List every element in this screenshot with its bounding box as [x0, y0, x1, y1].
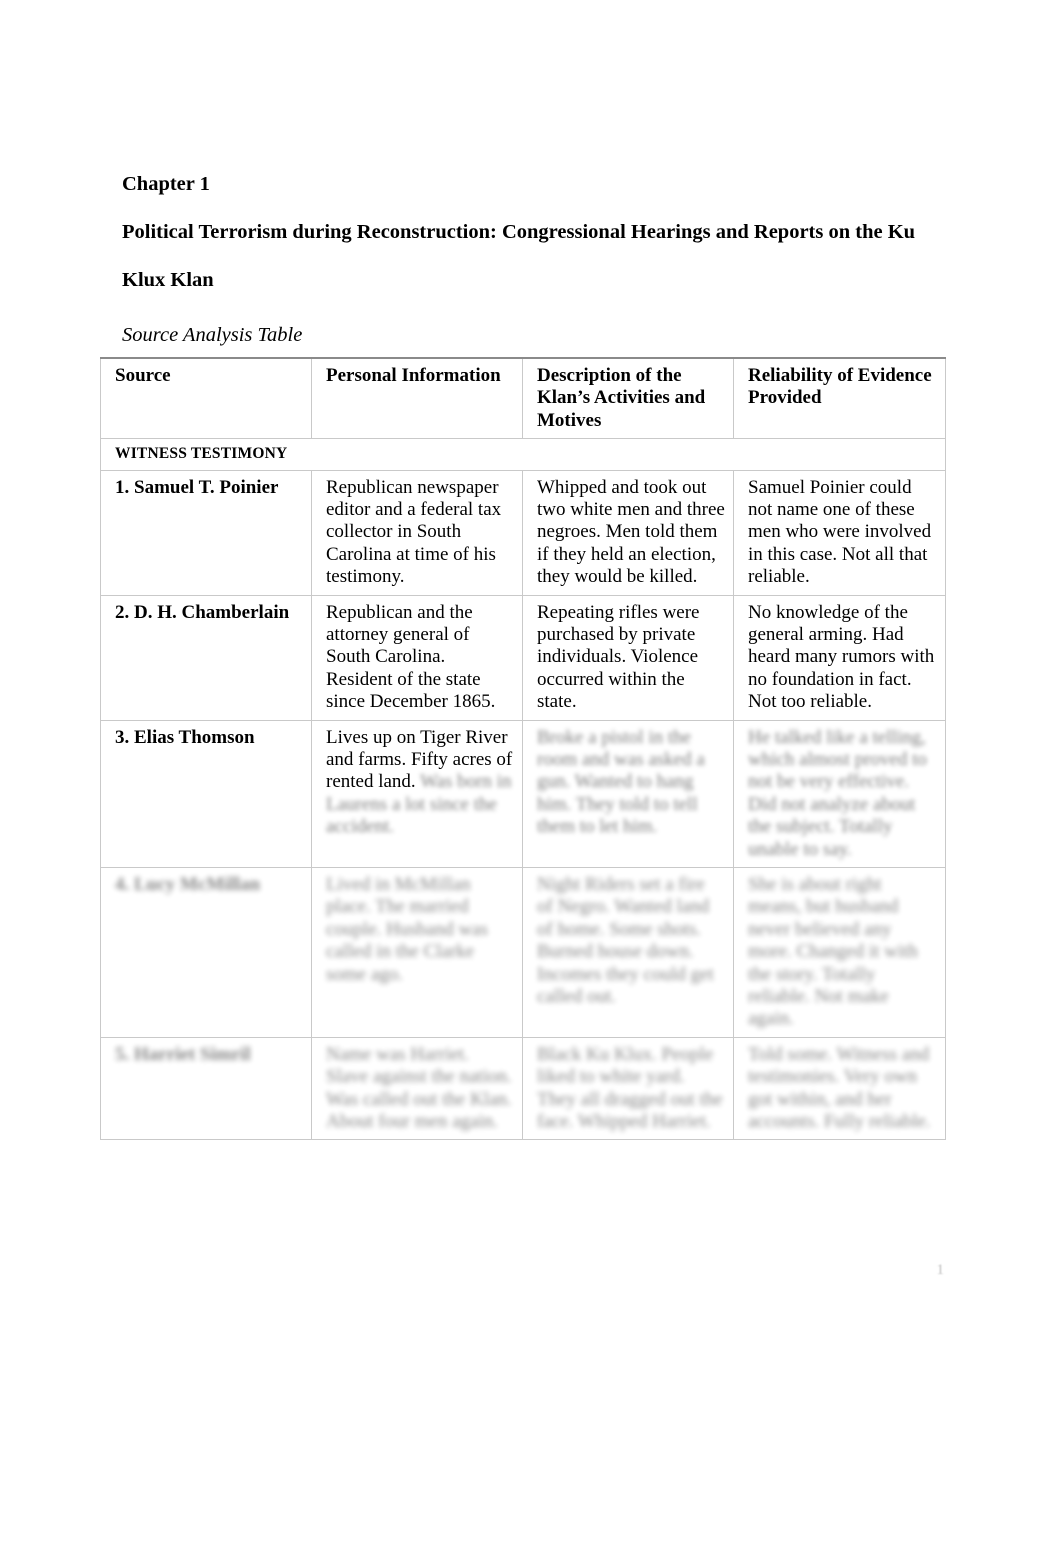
cell-klan-activities: Repeating rifles were purchased by priva…	[522, 594, 734, 721]
column-header-klan-activities: Description of the Klan’s Activities and…	[522, 357, 734, 440]
cell-personal-information: Republican and the attorney general of S…	[311, 594, 523, 721]
column-header-reliability: Reliability of Evidence Provided	[733, 357, 946, 440]
table-header-row: Source Personal Information Description …	[100, 357, 946, 440]
cell-personal-information: Name was Harriet. Slave against the nati…	[311, 1036, 523, 1141]
cell-source: 5. Harriet Simril	[100, 1036, 312, 1141]
document-subtitle: Source Analysis Table	[122, 324, 303, 346]
cell-personal-information: Lived in McMillan place. The married cou…	[311, 867, 523, 1038]
document-title-line1: Political Terrorism during Reconstructio…	[122, 221, 916, 243]
section-heading-witness-testimony: WITNESS TESTIMONY	[100, 438, 946, 471]
document-title-line2: Klux Klan	[122, 269, 214, 291]
document-header: Chapter 1 Political Terrorism during Rec…	[122, 160, 942, 350]
cell-source: 4. Lucy McMillan	[100, 867, 312, 1038]
cell-klan-activities: Whipped and took out two white men and t…	[522, 469, 734, 596]
table-row: 1. Samuel T. Poinier Republican newspape…	[100, 469, 946, 596]
column-header-personal-information: Personal Information	[311, 357, 523, 440]
source-analysis-table: Source Personal Information Description …	[100, 357, 946, 1141]
table-row: 2. D. H. Chamberlain Republican and the …	[100, 594, 946, 721]
cell-reliability: He talked like a telling, which almost p…	[733, 719, 946, 869]
cell-source: 3. Elias Thomson	[100, 719, 312, 869]
cell-reliability: Told some. Witness and testimonies. Very…	[733, 1036, 946, 1141]
document-page: Chapter 1 Political Terrorism during Rec…	[0, 0, 1062, 1556]
page-number: 1	[936, 1262, 945, 1278]
cell-klan-activities: Night Riders set a fire of Negro. Wanted…	[522, 867, 734, 1038]
table-row: 5. Harriet Simril Name was Harriet. Slav…	[100, 1036, 946, 1141]
table-section-heading-row: WITNESS TESTIMONY	[100, 438, 946, 471]
table-row: 3. Elias Thomson Lives up on Tiger River…	[100, 719, 946, 869]
cell-reliability: No knowledge of the general arming. Had …	[733, 594, 946, 721]
cell-klan-activities: Broke a pistol in the room and was asked…	[522, 719, 734, 869]
cell-reliability: She is about right means, but husband ne…	[733, 867, 946, 1038]
cell-source: 1. Samuel T. Poinier	[100, 469, 312, 596]
column-header-source: Source	[100, 357, 312, 440]
cell-personal-information: Lives up on Tiger River and farms. Fifty…	[311, 719, 523, 869]
cell-source: 2. D. H. Chamberlain	[100, 594, 312, 721]
cell-personal-information: Republican newspaper editor and a federa…	[311, 469, 523, 596]
table-row: 4. Lucy McMillan Lived in McMillan place…	[100, 867, 946, 1038]
cell-reliability: Samuel Poinier could not name one of the…	[733, 469, 946, 596]
cell-klan-activities: Black Ku Klux. People liked to white yar…	[522, 1036, 734, 1141]
chapter-label: Chapter 1	[122, 173, 210, 195]
